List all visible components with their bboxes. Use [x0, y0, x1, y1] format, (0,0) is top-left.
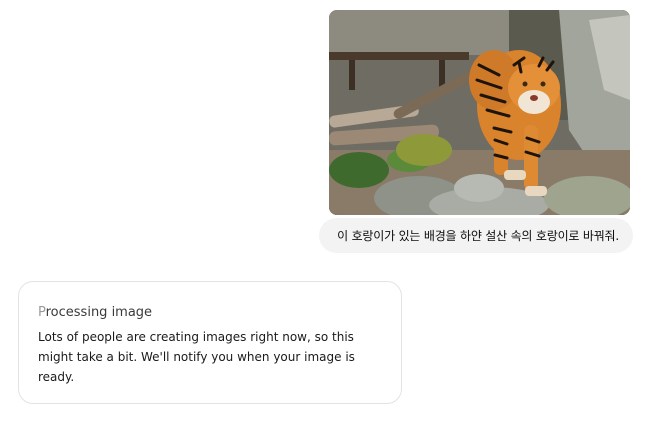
image-processing-card: Processing image Lots of people are crea… — [18, 281, 402, 404]
tiger-photo-icon — [329, 10, 630, 215]
user-message-text: 이 호랑이가 있는 배경을 하얀 설산 속의 호랑이로 바꿔줘. — [337, 229, 619, 243]
processing-description: Lots of people are creating images right… — [38, 330, 355, 384]
processing-title: Processing image — [38, 304, 381, 321]
user-uploaded-image[interactable] — [329, 10, 630, 215]
chat-thread: 이 호랑이가 있는 배경을 하얀 설산 속의 호랑이로 바꿔줘. Process… — [0, 0, 654, 421]
processing-title-first-letter: P — [38, 305, 46, 320]
user-message-bubble: 이 호랑이가 있는 배경을 하얀 설산 속의 호랑이로 바꿔줘. — [319, 218, 633, 253]
processing-title-rest: rocessing image — [45, 305, 153, 320]
